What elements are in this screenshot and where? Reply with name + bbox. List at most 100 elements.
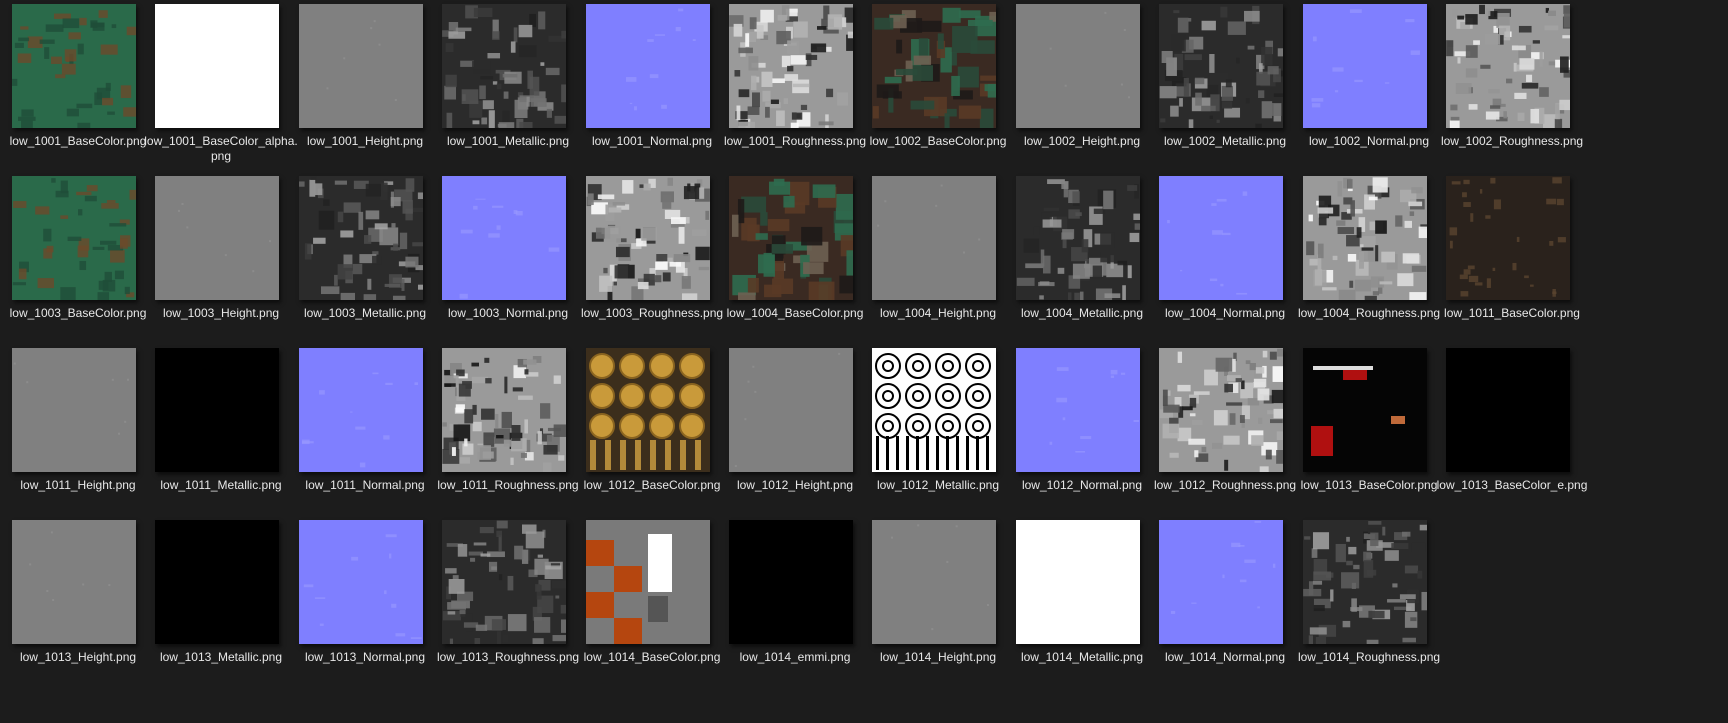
file-name-label[interactable]: low_1013_Normal.png	[287, 650, 443, 665]
file-item[interactable]: low_1012_Height.png	[717, 344, 861, 516]
file-thumbnail[interactable]	[1016, 520, 1140, 644]
file-item[interactable]: low_1013_BaseColor_e.png	[1434, 344, 1587, 516]
file-item[interactable]: low_1011_Roughness.png	[430, 344, 579, 516]
file-name-label[interactable]: low_1003_Roughness.png	[574, 306, 730, 321]
file-thumbnail[interactable]	[586, 520, 710, 644]
file-item[interactable]: low_1011_BaseColor.png	[1434, 172, 1580, 344]
file-name-label[interactable]: low_1004_Height.png	[860, 306, 1016, 321]
file-item[interactable]: low_1004_Metallic.png	[1004, 172, 1148, 344]
file-name-label[interactable]: low_1004_Normal.png	[1147, 306, 1303, 321]
file-thumbnail[interactable]	[12, 4, 136, 128]
file-thumbnail[interactable]	[299, 520, 423, 644]
file-item[interactable]: low_1002_Roughness.png	[1434, 0, 1583, 172]
file-name-label[interactable]: low_1004_Roughness.png	[1291, 306, 1447, 321]
file-thumbnail[interactable]	[1303, 176, 1427, 300]
file-name-label[interactable]: low_1013_BaseColor.png	[1291, 478, 1447, 493]
file-item[interactable]: low_1014_Height.png	[860, 516, 1004, 688]
file-name-label[interactable]: low_1013_Roughness.png	[430, 650, 586, 665]
file-thumbnail[interactable]	[155, 4, 279, 128]
file-name-label[interactable]: low_1012_Normal.png	[1004, 478, 1160, 493]
file-thumbnail[interactable]	[729, 176, 853, 300]
file-thumbnail[interactable]	[12, 176, 136, 300]
file-item[interactable]: low_1001_Height.png	[287, 0, 431, 172]
file-item[interactable]: low_1011_Metallic.png	[143, 344, 287, 516]
file-item[interactable]: low_1012_Metallic.png	[860, 344, 1004, 516]
file-item[interactable]: low_1003_BaseColor.png	[0, 172, 146, 344]
file-name-label[interactable]: low_1012_Roughness.png	[1147, 478, 1303, 493]
file-item[interactable]: low_1012_BaseColor.png	[574, 344, 720, 516]
file-thumbnail[interactable]	[1159, 4, 1283, 128]
file-name-label[interactable]: low_1003_BaseColor.png	[0, 306, 156, 321]
file-item[interactable]: low_1004_Height.png	[860, 172, 1004, 344]
file-name-label[interactable]: low_1012_Height.png	[717, 478, 873, 493]
file-item[interactable]: low_1003_Normal.png	[430, 172, 574, 344]
file-name-label[interactable]: low_1001_Height.png	[287, 134, 443, 149]
file-name-label[interactable]: low_1013_BaseColor_e.png	[1434, 478, 1590, 493]
file-item[interactable]: low_1014_emmi.png	[717, 516, 861, 688]
file-name-label[interactable]: low_1011_Height.png	[0, 478, 156, 493]
file-item[interactable]: low_1014_Normal.png	[1147, 516, 1291, 688]
file-thumbnail[interactable]	[12, 348, 136, 472]
file-name-label[interactable]: low_1013_Height.png	[0, 650, 156, 665]
file-item[interactable]: low_1003_Height.png	[143, 172, 287, 344]
file-thumbnail[interactable]	[872, 520, 996, 644]
file-name-label[interactable]: low_1004_Metallic.png	[1004, 306, 1160, 321]
file-thumbnail[interactable]	[442, 4, 566, 128]
file-name-label[interactable]: low_1011_BaseColor.png	[1434, 306, 1590, 321]
file-thumbnail[interactable]	[1446, 348, 1570, 472]
file-thumbnail[interactable]	[1159, 348, 1283, 472]
file-name-label[interactable]: low_1001_Metallic.png	[430, 134, 586, 149]
file-item[interactable]: low_1011_Normal.png	[287, 344, 431, 516]
file-item[interactable]: low_1004_BaseColor.png	[717, 172, 863, 344]
file-item[interactable]: low_1002_Height.png	[1004, 0, 1148, 172]
file-thumbnail[interactable]	[872, 176, 996, 300]
file-thumbnail[interactable]	[155, 176, 279, 300]
file-thumbnail[interactable]	[155, 348, 279, 472]
file-name-label[interactable]: low_1001_Normal.png	[574, 134, 730, 149]
file-thumbnail[interactable]	[12, 520, 136, 644]
file-thumbnail[interactable]	[1159, 176, 1283, 300]
file-item[interactable]: low_1014_BaseColor.png	[574, 516, 720, 688]
file-thumbnail[interactable]	[1303, 4, 1427, 128]
file-item[interactable]: low_1014_Roughness.png	[1291, 516, 1440, 688]
file-name-label[interactable]: low_1002_Roughness.png	[1434, 134, 1590, 149]
file-name-label[interactable]: low_1014_BaseColor.png	[574, 650, 730, 665]
file-item[interactable]: low_1014_Metallic.png	[1004, 516, 1148, 688]
file-name-label[interactable]: low_1001_BaseColor.png	[0, 134, 156, 149]
file-item[interactable]: low_1013_Normal.png	[287, 516, 431, 688]
file-name-label[interactable]: low_1014_emmi.png	[717, 650, 873, 665]
file-name-label[interactable]: low_1004_BaseColor.png	[717, 306, 873, 321]
file-name-label[interactable]: low_1014_Height.png	[860, 650, 1016, 665]
file-item[interactable]: low_1013_Metallic.png	[143, 516, 287, 688]
file-item[interactable]: low_1001_BaseColor.png	[0, 0, 146, 172]
file-thumbnail[interactable]	[872, 4, 996, 128]
file-item[interactable]: low_1001_Roughness.png	[717, 0, 866, 172]
file-name-label[interactable]: low_1011_Roughness.png	[430, 478, 586, 493]
file-item[interactable]: low_1011_Height.png	[0, 344, 144, 516]
file-thumbnail[interactable]	[442, 348, 566, 472]
file-item[interactable]: low_1002_Metallic.png	[1147, 0, 1291, 172]
file-thumbnail[interactable]	[586, 176, 710, 300]
file-item[interactable]: low_1002_BaseColor.png	[860, 0, 1006, 172]
file-item[interactable]: low_1004_Normal.png	[1147, 172, 1291, 344]
file-thumbnail[interactable]	[1446, 4, 1570, 128]
file-name-label[interactable]: low_1014_Normal.png	[1147, 650, 1303, 665]
file-thumbnail[interactable]	[155, 520, 279, 644]
file-item[interactable]: low_1003_Roughness.png	[574, 172, 723, 344]
file-name-label[interactable]: low_1001_BaseColor_alpha.png	[143, 134, 299, 164]
file-name-label[interactable]: low_1003_Normal.png	[430, 306, 586, 321]
file-thumbnail[interactable]	[299, 348, 423, 472]
file-item[interactable]: low_1001_BaseColor_alpha.png	[143, 0, 298, 172]
file-item[interactable]: low_1012_Normal.png	[1004, 344, 1148, 516]
file-thumbnail[interactable]	[1016, 176, 1140, 300]
file-name-label[interactable]: low_1002_Height.png	[1004, 134, 1160, 149]
file-name-label[interactable]: low_1011_Metallic.png	[143, 478, 299, 493]
file-thumbnail[interactable]	[1159, 520, 1283, 644]
file-name-label[interactable]: low_1011_Normal.png	[287, 478, 443, 493]
file-thumbnail[interactable]	[729, 348, 853, 472]
file-thumbnail[interactable]	[299, 176, 423, 300]
file-thumbnail[interactable]	[442, 176, 566, 300]
file-name-label[interactable]: low_1002_Metallic.png	[1147, 134, 1303, 149]
file-name-label[interactable]: low_1013_Metallic.png	[143, 650, 299, 665]
file-name-label[interactable]: low_1003_Metallic.png	[287, 306, 443, 321]
